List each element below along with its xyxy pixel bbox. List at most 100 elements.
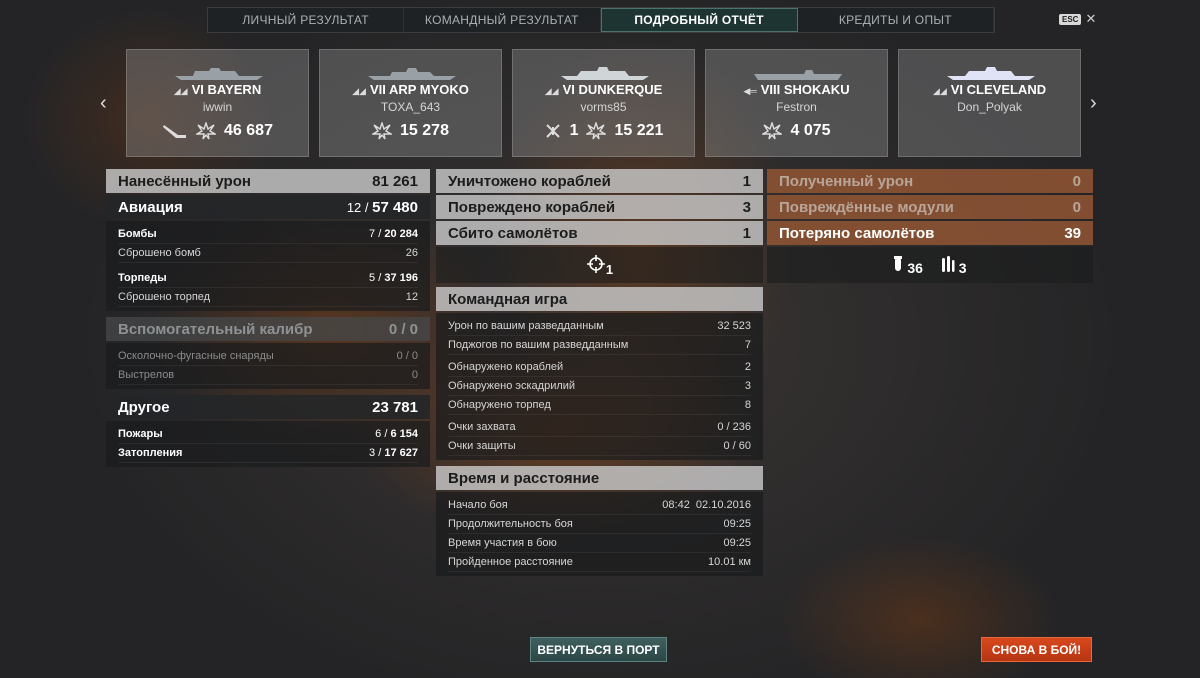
aviation-header: Авиация 12 / 57 480: [106, 195, 430, 219]
damage-value: 15 221: [614, 122, 664, 139]
torpedo-icon: [941, 255, 955, 272]
other-label: Другое: [118, 398, 170, 416]
planes-lost-row: Потеряно самолётов 39: [767, 221, 1093, 245]
torpedo-hit-icon: [163, 125, 187, 138]
torpedoes-dropped-row: Сброшено торпед 12: [118, 288, 418, 307]
damage-value: 4 075: [790, 122, 831, 139]
tab-personal-result[interactable]: ЛИЧНЫЙ РЕЗУЛЬТАТ: [208, 8, 405, 32]
battle-duration-row: Продолжительность боя 09:25: [448, 515, 751, 534]
tab-credits-xp[interactable]: КРЕДИТЫ И ОПЫТ: [798, 8, 994, 32]
esc-close[interactable]: ESC ✕: [1059, 11, 1096, 27]
bombs-row: Бомбы 7 / 20 284: [118, 225, 418, 244]
ship-card[interactable]: ◢◢ VII ARP MYOKO TOXA_643 15 278: [319, 49, 502, 157]
player-name: iwwin: [202, 100, 233, 114]
ship-class-icon: ◢◢: [173, 86, 188, 96]
ship-card-stats: 4 075: [706, 122, 887, 140]
ship-card[interactable]: ◀═ VIII SHOKAKU Festron 4 075: [705, 49, 888, 157]
received-damage-row: Полученный урон 0: [767, 169, 1093, 193]
time-distance-header: Время и расстояние: [436, 466, 763, 490]
player-name: TOXA_643: [380, 100, 441, 114]
player-name: Don_Polyak: [957, 100, 1022, 114]
tab-detailed-report[interactable]: ПОДРОБНЫЙ ОТЧЁТ: [600, 8, 798, 32]
ship-name-text: VI CLEVELAND: [950, 82, 1047, 97]
ship-card-stats: 1 15 221: [513, 122, 694, 140]
cruiser-silhouette-icon: [368, 68, 456, 80]
planes-lost-value: 39: [1064, 224, 1081, 242]
received-damage-panel: Полученный урон 0 Повреждённые модули 0 …: [767, 169, 1093, 283]
carousel-next-arrow[interactable]: ›: [1090, 92, 1097, 115]
ship-class-icon: ◢◢: [352, 86, 366, 96]
battle-again-button[interactable]: СНОВА В БОЙ!: [981, 637, 1092, 662]
damaged-ships-carousel: ◢◢ VI BAYERN iwwin 46 687 ◢◢ VII ARP MYOKO…: [126, 49, 1081, 157]
team-play-header: Командная игра: [436, 287, 763, 311]
close-icon[interactable]: ✕: [1085, 11, 1096, 27]
ship-card[interactable]: ◢◢ VI BAYERN iwwin 46 687: [126, 49, 309, 157]
ship-name: ◢◢ VI CLEVELAND: [899, 82, 1080, 97]
result-tabs: ЛИЧНЫЙ РЕЗУЛЬТАТ КОМАНДНЫЙ РЕЗУЛЬТАТ ПОД…: [207, 7, 995, 33]
destroyed-label: Уничтожено кораблей: [448, 172, 611, 190]
received-damage-value: 0: [1072, 172, 1081, 190]
shots-row: Выстрелов 0: [118, 366, 418, 385]
damage-dealt-value: 81 261: [372, 172, 418, 190]
ship-class-icon: ◢◢: [544, 86, 559, 96]
damage-burst-icon: [762, 122, 783, 140]
ship-card[interactable]: ◢◢ VI DUNKERQUE vorms85 1 15 221: [512, 49, 695, 157]
team-play-title: Командная игра: [448, 290, 568, 308]
damage-dealt-label: Нанесённый урон: [118, 172, 251, 190]
secondary-label: Вспомогательный калибр: [118, 320, 313, 338]
participation-time-row: Время участия в бою 09:25: [448, 534, 751, 553]
damage-value: 15 278: [400, 122, 449, 139]
destroyed-value: 1: [742, 172, 751, 190]
ship-name-text: VII ARP MYOKO: [369, 82, 469, 97]
ship-class-icon: ◢◢: [932, 86, 947, 96]
carousel-prev-arrow[interactable]: ‹: [100, 92, 107, 115]
floods-row: Затопления 3 / 17 627: [118, 444, 418, 463]
secondary-details: Осколочно-фугасные снаряды 0 / 0 Выстрело…: [106, 343, 430, 389]
ships-spotted-row: Обнаружено кораблей 2: [448, 358, 751, 377]
damaged-modules-row: Повреждённые модули 0: [767, 195, 1093, 219]
cruiser-silhouette-icon: [947, 67, 1035, 80]
spotting-fires-row: Поджогов по вашим разведданным 7: [448, 336, 751, 355]
planes-shot-value: 1: [742, 224, 751, 242]
battleship-silhouette-icon: [561, 67, 649, 80]
spotting-damage-row: Урон по вашим разведданным 32 523: [448, 317, 751, 336]
damaged-ships-row: Повреждено кораблей 3: [436, 195, 763, 219]
crosshair-icon: [586, 254, 605, 273]
bomb-icon: [894, 255, 903, 271]
esc-key-icon: ESC: [1059, 13, 1082, 25]
ship-card[interactable]: ◢◢ VI CLEVELAND Don_Polyak: [898, 49, 1081, 157]
time-distance-title: Время и расстояние: [448, 469, 600, 487]
damage-dealt-panel: Нанесённый урон 81 261 Авиация 12 / 57 4…: [106, 169, 430, 467]
he-shells-row: Осколочно-фугасные снаряды 0 / 0: [118, 347, 418, 366]
bombers-lost: 36: [893, 255, 923, 276]
distance-row: Пройденное расстояние 10.01 км: [448, 553, 751, 572]
team-play-details: Урон по вашим разведданным 32 523 Поджого…: [436, 313, 763, 460]
received-damage-label: Полученный урон: [779, 172, 914, 190]
ship-name: ◀═ VIII SHOKAKU: [706, 82, 887, 97]
planes-lost-label: Потеряно самолётов: [779, 224, 935, 242]
planes-shot-label: Сбито самолётов: [448, 224, 578, 242]
capture-points-row: Очки захвата 0 / 236: [448, 418, 751, 437]
return-to-port-button[interactable]: ВЕРНУТЬСЯ В ПОРТ: [530, 637, 667, 662]
time-distance-details: Начало боя 08:42 02.10.2016 Продолжительн…: [436, 492, 763, 576]
battleship-silhouette-icon: [175, 68, 263, 80]
torpedo-bombers-lost: 3: [941, 255, 967, 276]
kills-panel: Уничтожено кораблей 1 Повреждено корабле…: [436, 169, 763, 576]
tab-team-result[interactable]: КОМАНДНЫЙ РЕЗУЛЬТАТ: [404, 8, 601, 32]
aviation-value: 12 / 57 480: [346, 198, 418, 216]
carrier-silhouette-icon: [754, 70, 842, 80]
damaged-label: Повреждено кораблей: [448, 198, 616, 216]
destroyed-ships-row: Уничтожено кораблей 1: [436, 169, 763, 193]
battle-start-row: Начало боя 08:42 02.10.2016: [448, 496, 751, 515]
ship-name-text: VI DUNKERQUE: [562, 82, 663, 97]
ship-name-text: VIII SHOKAKU: [760, 82, 850, 97]
other-header: Другое 23 781: [106, 395, 430, 419]
aviation-label: Авиация: [118, 198, 183, 216]
other-value: 23 781: [372, 398, 418, 416]
ship-name: ◢◢ VII ARP MYOKO: [320, 82, 501, 97]
other-details: Пожары 6 / 6 154 Затопления 3 / 17 627: [106, 421, 430, 467]
defense-points-row: Очки защиты 0 / 60: [448, 437, 751, 456]
damage-burst-icon: [372, 122, 393, 140]
planes-shot-row: Сбито самолётов 1: [436, 221, 763, 245]
ship-class-icon: ◀═: [743, 86, 757, 96]
